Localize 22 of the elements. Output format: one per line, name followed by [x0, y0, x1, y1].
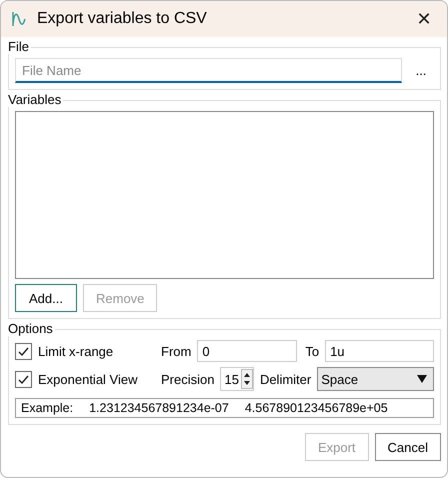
to-field[interactable]: 1u: [325, 340, 434, 362]
dialog-button[interactable]: Cancel: [374, 433, 441, 461]
example-value: 1.231234567891234e-07: [89, 401, 229, 415]
from-label: From: [161, 344, 192, 358]
from-field[interactable]: 0: [197, 340, 298, 362]
example-label: Example:: [21, 401, 74, 415]
window-title: Export variables to CSV: [37, 10, 208, 28]
group-label: Variables: [8, 92, 64, 107]
to-label: To: [305, 344, 320, 358]
delimiter-dropdown[interactable]: Space: [317, 367, 434, 391]
list-button[interactable]: Add...: [15, 284, 77, 312]
checkbox-label: Limit x-range: [38, 344, 114, 358]
checkbox-label: Exponential View: [38, 372, 138, 386]
group-label: Options: [8, 321, 55, 336]
delimiter-label: Delimiter: [260, 372, 312, 386]
precision-spinbox[interactable]: 15: [220, 367, 254, 391]
browse-button[interactable]: ...: [408, 63, 434, 78]
group-label: File: [8, 39, 31, 54]
close-button[interactable]: ✕: [409, 4, 439, 34]
example-value: 4.567890123456789e+05: [244, 401, 388, 415]
precision-label: Precision: [161, 372, 214, 386]
file-name-field[interactable]: File Name: [15, 58, 402, 83]
